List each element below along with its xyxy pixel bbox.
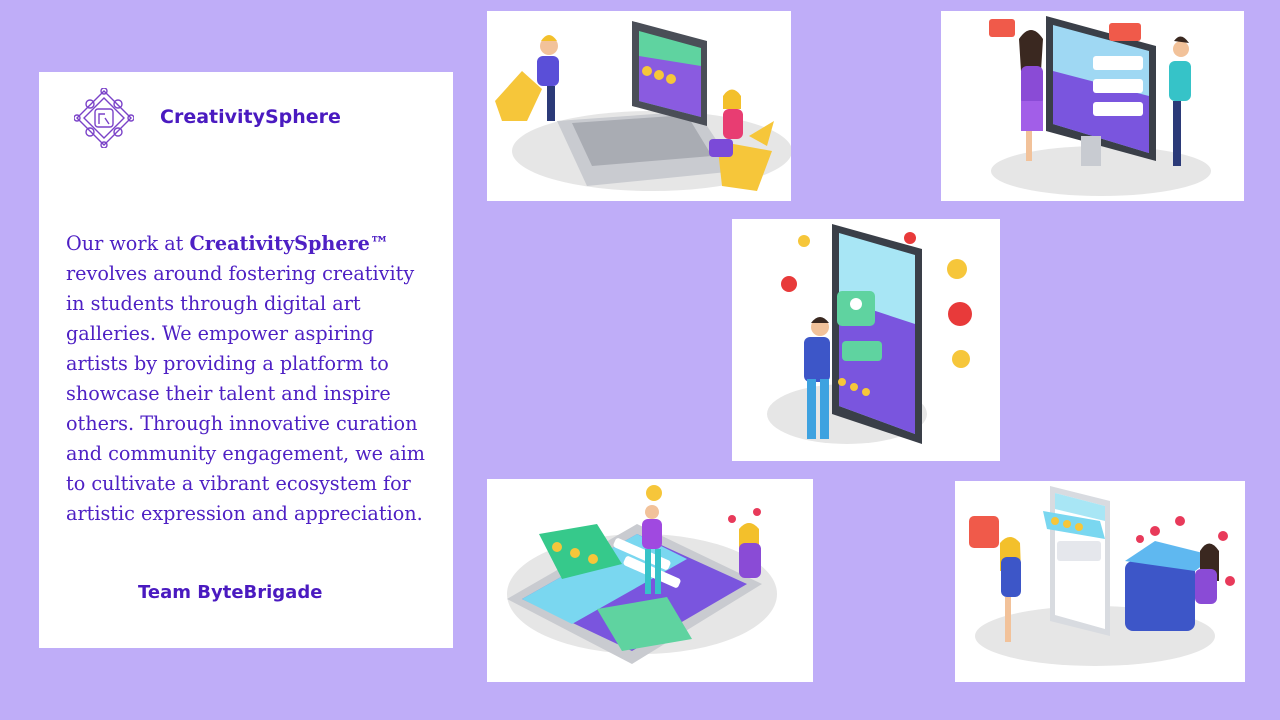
phone-likes-illustration: [955, 481, 1245, 682]
ornamental-frame-icon: [74, 88, 134, 148]
monitor-feedback-illustration: [941, 11, 1244, 201]
description-body: revolves around fostering creativity in …: [66, 262, 425, 525]
brand-name: CreativitySphere: [160, 106, 341, 128]
laptop-review-illustration: [487, 11, 791, 201]
tablet-rating-illustration: [732, 219, 1000, 461]
tablet-chat-illustration: [487, 479, 813, 682]
brand-mark: CreativitySphere™: [189, 232, 390, 255]
description-intro: Our work at: [66, 232, 190, 255]
team-name: Team ByteBrigade: [138, 582, 323, 603]
description: Our work at CreativitySphere™ revolves a…: [66, 229, 438, 529]
